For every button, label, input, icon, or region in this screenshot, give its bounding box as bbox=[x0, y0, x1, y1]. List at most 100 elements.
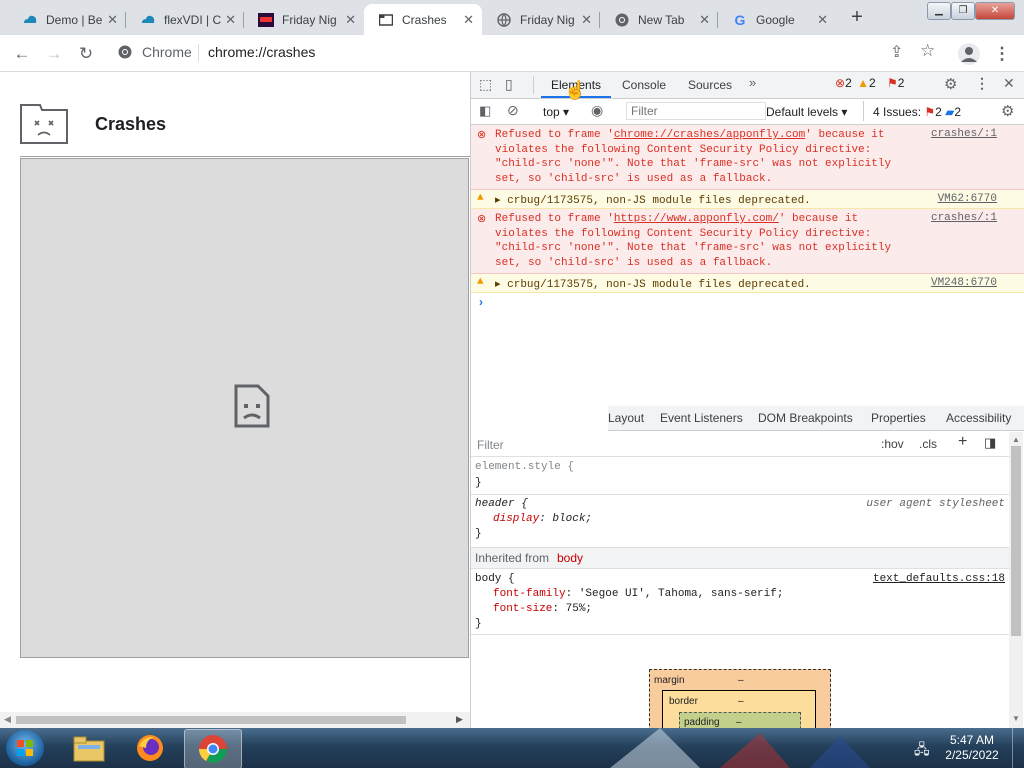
horizontal-scrollbar[interactable]: ◀ ▶ bbox=[0, 712, 470, 728]
rule-element-style: element.style { } bbox=[471, 458, 1009, 495]
devtools-menu-icon[interactable]: ⋮ bbox=[975, 75, 989, 92]
issues-label: 4 Issues: bbox=[873, 105, 922, 119]
address-bar[interactable]: Chrome chrome://crashes ⇪ ☆ bbox=[110, 40, 935, 66]
restore-icon[interactable]: ❐ bbox=[951, 2, 975, 20]
bookmark-star-icon[interactable]: ☆ bbox=[920, 41, 935, 61]
firefox-icon[interactable] bbox=[134, 732, 166, 764]
scroll-down-icon[interactable]: ▼ bbox=[1012, 714, 1020, 723]
subtab-dom-breakpoints[interactable]: DOM Breakpoints bbox=[758, 411, 853, 425]
device-toolbar-icon[interactable]: ▯ bbox=[505, 76, 513, 93]
message-source-link[interactable]: VM62:6770 bbox=[938, 193, 997, 205]
rule-declaration[interactable]: font-size: 75%; bbox=[493, 603, 592, 615]
styles-scrollbar[interactable]: ▲ ▼ bbox=[1009, 432, 1023, 728]
tab-new-tab[interactable]: New Tab ✕ bbox=[600, 4, 718, 35]
message-text[interactable]: ▸ crbug/1173575, non-JS module files dep… bbox=[495, 277, 811, 291]
tab-demo[interactable]: Demo | Be ✕ bbox=[8, 4, 126, 35]
cls-toggle[interactable]: .cls bbox=[919, 437, 937, 451]
context-select[interactable]: top ▾ bbox=[543, 105, 569, 119]
more-tabs-icon[interactable]: » bbox=[749, 75, 756, 90]
computed-sidebar-icon[interactable]: ◨ bbox=[984, 435, 996, 451]
rule-declaration[interactable]: display: block; bbox=[493, 513, 592, 525]
new-tab-icon[interactable]: + bbox=[846, 6, 868, 28]
box-model-border[interactable]: border – padding – bbox=[662, 690, 816, 734]
inherited-node-link[interactable]: body bbox=[557, 551, 583, 565]
subtab-accessibility[interactable]: Accessibility bbox=[946, 411, 1011, 425]
styles-filter-input[interactable]: Filter bbox=[477, 438, 504, 452]
tab-friday-night[interactable]: Friday Nig ✕ bbox=[244, 4, 364, 35]
tab-sources[interactable]: Sources bbox=[688, 78, 732, 92]
styles-filter-bar: Filter :hov .cls + ◨ bbox=[471, 432, 1009, 457]
minimize-icon[interactable]: ▁ bbox=[927, 2, 951, 20]
close-icon[interactable]: ✕ bbox=[817, 12, 828, 28]
reload-icon[interactable]: ↻ bbox=[76, 44, 96, 64]
tab-flexvdi[interactable]: flexVDI | C ✕ bbox=[126, 4, 244, 35]
start-button-icon[interactable] bbox=[6, 730, 44, 766]
issues-error-count: 2 bbox=[935, 105, 942, 119]
scroll-up-icon[interactable]: ▲ bbox=[1012, 435, 1020, 444]
close-icon[interactable]: ✕ bbox=[225, 12, 236, 28]
clear-console-icon[interactable]: ⊘ bbox=[507, 102, 519, 119]
inherited-header: Inherited from body bbox=[471, 548, 1009, 569]
network-icon[interactable]: 🖧 bbox=[914, 739, 930, 763]
share-icon[interactable]: ⇪ bbox=[890, 42, 903, 62]
message-link[interactable]: chrome://crashes/apponfly.com bbox=[614, 129, 805, 141]
rule-source-link[interactable]: text_defaults.css:18 bbox=[873, 573, 1005, 585]
tab-crashes[interactable]: Crashes ✕ bbox=[364, 4, 482, 35]
close-devtools-icon[interactable]: ✕ bbox=[1003, 75, 1015, 92]
message-source-link[interactable]: VM248:6770 bbox=[931, 277, 997, 289]
close-icon[interactable]: ✕ bbox=[463, 12, 474, 28]
issues-count: 2 bbox=[897, 76, 905, 90]
url-text[interactable]: chrome://crashes bbox=[208, 44, 315, 60]
console-message-warning: ▲ ▸ crbug/1173575, non-JS module files d… bbox=[471, 274, 1024, 293]
scroll-right-icon[interactable]: ▶ bbox=[456, 714, 463, 725]
console-prompt[interactable]: › bbox=[471, 294, 1024, 310]
clock[interactable]: 5:47 AM 2/25/2022 bbox=[940, 733, 1004, 763]
settings-gear-icon[interactable]: ⚙ bbox=[944, 75, 957, 93]
new-style-rule-icon[interactable]: + bbox=[958, 433, 967, 451]
subtab-properties[interactable]: Properties bbox=[871, 411, 926, 425]
box-model-margin[interactable]: margin – border – padding – bbox=[649, 669, 831, 734]
message-link[interactable]: https://www.apponfly.com/ bbox=[614, 213, 779, 225]
devtools-panel: ⬚ ▯ Elements Console Sources » ⊗2 ▲2 ⚑2 … bbox=[470, 72, 1024, 734]
page-content: Crashes ◀ ▶ bbox=[0, 72, 470, 728]
scroll-left-icon[interactable]: ◀ bbox=[4, 714, 11, 725]
menu-kebab-icon[interactable]: ⋮ bbox=[992, 44, 1012, 64]
close-icon[interactable]: ✕ bbox=[345, 12, 356, 28]
issue-counters[interactable]: ⊗2 ▲2 ⚑2 bbox=[835, 76, 943, 94]
message-text[interactable]: ▸ crbug/1173575, non-JS module files dep… bbox=[495, 193, 811, 207]
log-levels-select[interactable]: Default levels ▾ bbox=[766, 105, 847, 119]
subtab-event-listeners[interactable]: Event Listeners bbox=[660, 411, 743, 425]
avatar[interactable] bbox=[958, 43, 980, 65]
rule-declaration[interactable]: font-family: 'Segoe UI', Tahoma, sans-se… bbox=[493, 588, 783, 600]
hov-toggle[interactable]: :hov bbox=[881, 437, 904, 451]
sad-folder-icon bbox=[20, 104, 68, 144]
chrome-taskbar-button[interactable] bbox=[184, 729, 242, 769]
scrollbar-thumb[interactable] bbox=[1011, 446, 1021, 636]
sidebar-toggle-icon[interactable]: ◧ bbox=[479, 103, 491, 119]
rule-selector[interactable]: element.style { bbox=[475, 461, 574, 473]
close-icon[interactable]: ✕ bbox=[699, 12, 710, 28]
scrollbar-thumb[interactable] bbox=[16, 716, 406, 724]
warning-icon: ▲ bbox=[477, 192, 484, 204]
tab-console[interactable]: Console bbox=[622, 78, 666, 92]
padding-value: – bbox=[736, 717, 742, 728]
file-explorer-icon[interactable] bbox=[72, 733, 106, 763]
eye-icon[interactable]: ◉ bbox=[591, 102, 603, 119]
rule-selector[interactable]: body { bbox=[475, 573, 515, 585]
show-desktop-button[interactable] bbox=[1012, 728, 1024, 768]
inspect-element-icon[interactable]: ⬚ bbox=[479, 76, 492, 93]
rule-selector[interactable]: header { bbox=[475, 498, 528, 510]
tab-friday-night-2[interactable]: Friday Nig ✕ bbox=[482, 4, 600, 35]
close-icon[interactable]: ✕ bbox=[107, 12, 118, 28]
console-filter-input[interactable] bbox=[626, 102, 766, 120]
message-source-link[interactable]: crashes/:1 bbox=[931, 212, 997, 224]
subtab-layout[interactable]: Layout bbox=[608, 411, 644, 425]
issues-button[interactable]: 4 Issues: ⚑2 ▰2 bbox=[873, 105, 961, 119]
console-settings-icon[interactable]: ⚙ bbox=[1001, 102, 1014, 120]
back-icon[interactable]: ← bbox=[12, 44, 32, 64]
message-source-link[interactable]: crashes/:1 bbox=[931, 128, 997, 140]
close-window-icon[interactable]: ✕ bbox=[975, 2, 1015, 20]
forward-icon[interactable]: → bbox=[44, 44, 64, 64]
tab-google[interactable]: G Google ✕ bbox=[718, 4, 836, 35]
close-icon[interactable]: ✕ bbox=[581, 12, 592, 28]
